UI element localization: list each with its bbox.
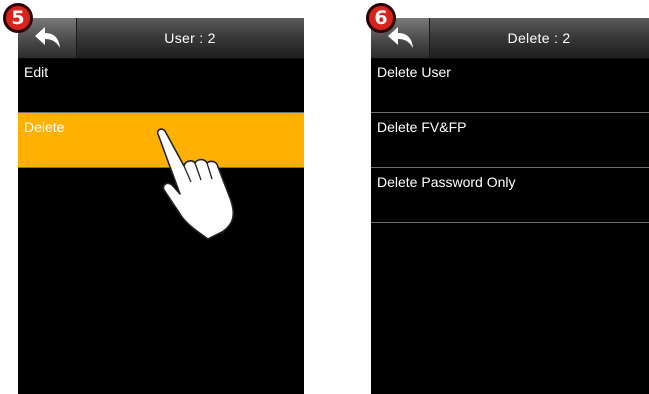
menu-item-delete-password-only[interactable]: Delete Password Only: [371, 168, 649, 223]
back-arrow-icon: [35, 27, 60, 48]
page-title: Delete : 2: [507, 30, 571, 46]
menu-item-delete-user[interactable]: Delete User: [371, 58, 649, 113]
step-badge: 5: [3, 3, 33, 33]
menu-item-delete-fv-fp[interactable]: Delete FV&FP: [371, 113, 649, 168]
delete-menu-screen: Delete : 2 Delete User Delete FV&FP Dele…: [371, 18, 649, 394]
pointing-hand-icon: [156, 128, 235, 240]
page-title: User : 2: [164, 30, 216, 46]
menu-item-edit[interactable]: Edit: [18, 58, 304, 113]
step-badge: 6: [366, 3, 396, 33]
menu-list: Delete User Delete FV&FP Delete Password…: [371, 58, 649, 223]
title-bar: User : 2: [18, 18, 304, 59]
title-bar: Delete : 2: [371, 18, 649, 59]
